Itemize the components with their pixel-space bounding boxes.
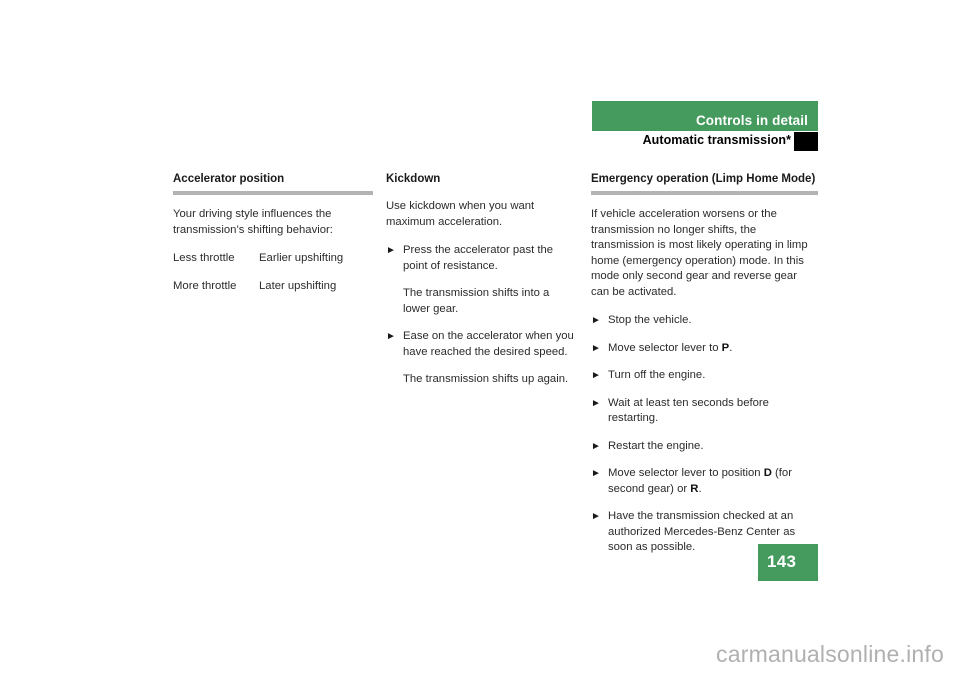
list-item: ► Ease on the accelerator when you have … [386, 329, 578, 360]
triangle-right-bullet-icon: ► [591, 468, 601, 479]
triangle-right-bullet-icon: ► [591, 440, 601, 452]
column-kickdown: Kickdown Use kickdown when you want maxi… [386, 172, 591, 568]
list-item: ► Move selector lever to position D (for… [591, 466, 818, 497]
list-item-label: Turn off the engine. [608, 369, 706, 381]
step-result-text: The transmission shifts up again. [403, 373, 569, 385]
triangle-right-bullet-icon: ► [386, 245, 396, 256]
list-item: ► Stop the vehicle. [591, 313, 818, 329]
site-watermark: carmanualsonline.info [716, 641, 944, 667]
heading-rule [591, 191, 818, 195]
table-cell-key: More throttle [173, 279, 237, 292]
column-emergency-operation: Emergency operation (Limp Home Mode) If … [591, 172, 818, 568]
triangle-right-bullet-icon: ► [591, 397, 601, 409]
list-item: ► Turn off the engine. [591, 368, 818, 384]
paragraph-emergency-intro: If vehicle acceleration worsens or the t… [591, 208, 808, 298]
list-item-label: Wait at least ten seconds before restart… [608, 396, 769, 425]
content-columns: Accelerator position Your driving style … [173, 172, 818, 568]
table-cell-value: Earlier upshifting [259, 252, 344, 264]
triangle-right-bullet-icon: ► [591, 315, 601, 326]
column-accelerator-position: Accelerator position Your driving style … [173, 172, 386, 568]
triangle-right-bullet-icon: ► [591, 370, 601, 381]
triangle-right-bullet-icon: ► [591, 342, 601, 354]
table-row: Less throttle Earlier upshifting [173, 251, 373, 267]
list-item-label: Ease on the accelerator when you have re… [403, 330, 574, 358]
heading-rule [173, 191, 373, 195]
chapter-header-band: Controls in detail [592, 101, 818, 131]
page-number: 143 [767, 552, 797, 571]
list-item-label: Stop the vehicle. [608, 314, 692, 326]
heading-spacer [386, 191, 578, 199]
table-cell-value: Later upshifting [259, 279, 337, 292]
triangle-right-bullet-icon: ► [386, 331, 396, 342]
heading-kickdown: Kickdown [386, 173, 441, 185]
section-title: Automatic transmission* [642, 133, 791, 147]
list-item: ► Wait at least ten seconds before resta… [591, 396, 818, 427]
list-item: ► Move selector lever to P. [591, 341, 818, 357]
triangle-right-bullet-icon: ► [591, 511, 601, 522]
table-cell-key: Less throttle [173, 252, 235, 264]
list-item-label: Press the accelerator past the point of … [403, 244, 554, 272]
page-number-box: 143 [758, 544, 818, 581]
list-item: ► Restart the engine. [591, 439, 818, 455]
list-item: ► Press the accelerator past the point o… [386, 243, 578, 274]
table-row: More throttle Later upshifting [173, 279, 373, 295]
heading-emergency-operation: Emergency operation (Limp Home Mode) [591, 173, 816, 185]
heading-accelerator-position: Accelerator position [173, 173, 285, 185]
paragraph-accelerator-intro: Your driving style influences the transm… [173, 208, 333, 236]
step-result-text: The transmission shifts into a lower gea… [403, 287, 550, 315]
table-throttle-behavior: Less throttle Earlier upshifting More th… [173, 251, 373, 294]
section-header-row: Automatic transmission* [560, 132, 818, 151]
list-item-label: Restart the engine. [608, 439, 704, 452]
section-thumb-marker [794, 132, 818, 151]
list-item-label: Move selector lever to P. [608, 341, 733, 354]
paragraph-kickdown-intro: Use kickdown when you want maximum accel… [386, 200, 535, 228]
chapter-title: Controls in detail [695, 113, 808, 128]
list-item-label: Move selector lever to position D (for s… [608, 467, 792, 495]
